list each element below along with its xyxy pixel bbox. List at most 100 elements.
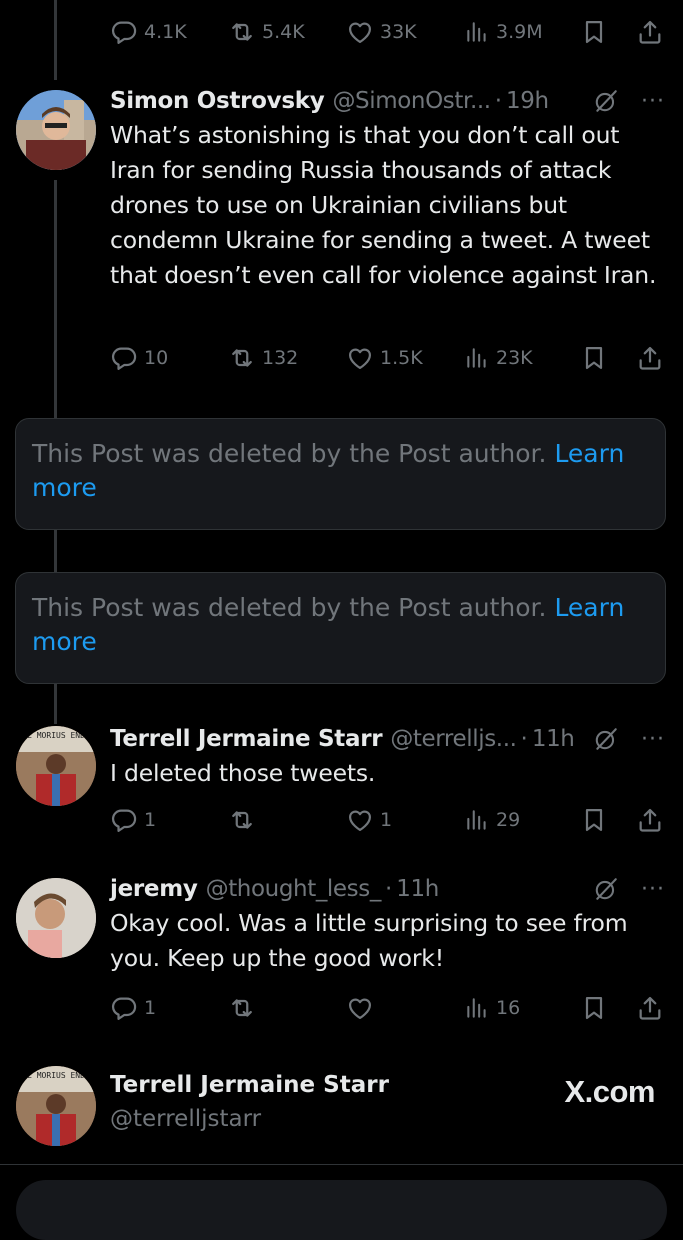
repost-button[interactable]: 5.4K	[228, 12, 305, 52]
divider	[0, 1164, 683, 1165]
separator: ·	[384, 876, 393, 902]
views-button[interactable]: 16	[464, 988, 520, 1028]
views-button[interactable]: 3.9M	[464, 12, 543, 52]
reply-icon	[110, 18, 138, 46]
avatar-image	[16, 90, 96, 170]
like-count: 1	[380, 809, 393, 831]
timestamp[interactable]: 11h	[396, 876, 439, 902]
views-icon	[464, 807, 490, 833]
avatar[interactable]: FREE MORIUS ENDERS	[16, 1066, 96, 1146]
action-bar: 4.1K 5.4K 33K 3.9M	[110, 12, 665, 52]
bookmark-icon	[580, 344, 608, 372]
views-count: 16	[496, 997, 521, 1019]
repost-button[interactable]	[228, 988, 256, 1028]
reply-input[interactable]	[16, 1180, 667, 1240]
display-name[interactable]: Terrell Jermaine Starr	[110, 726, 383, 752]
post-text: I deleted those tweets.	[110, 759, 376, 787]
avatar-sign: FREE MORIUS ENDERS	[16, 1071, 96, 1080]
reply-icon	[110, 344, 138, 372]
bookmark-icon	[580, 994, 608, 1022]
share-button[interactable]	[636, 800, 664, 840]
like-button[interactable]: 33K	[346, 12, 417, 52]
repost-button[interactable]	[228, 800, 256, 840]
reply-count: 4.1K	[144, 21, 187, 43]
share-button[interactable]	[636, 12, 664, 52]
views-count: 29	[496, 809, 521, 831]
separator: ·	[520, 726, 528, 752]
post-text: Okay cool. Was a little surprising to se…	[110, 909, 628, 972]
grok-icon[interactable]	[593, 88, 619, 114]
deleted-post-notice: This Post was deleted by the Post author…	[15, 572, 666, 684]
like-button[interactable]: 1.5K	[346, 338, 423, 378]
user-handle[interactable]: @thought_less_	[206, 876, 382, 902]
reply-button[interactable]: 1	[110, 988, 156, 1028]
avatar-image	[16, 878, 96, 958]
reply-count: 1	[144, 809, 157, 831]
like-button[interactable]: 1	[346, 800, 392, 840]
bookmark-button[interactable]	[580, 988, 608, 1028]
like-icon	[346, 994, 374, 1022]
views-button[interactable]: 23K	[464, 338, 533, 378]
post-header: jeremy @thought_less_ · 11h ···	[110, 872, 665, 906]
thread-line	[54, 0, 57, 80]
bookmark-button[interactable]	[580, 800, 608, 840]
user-handle[interactable]: @terrelljs...	[390, 726, 517, 752]
grok-icon[interactable]	[593, 876, 619, 902]
reply-count: 10	[144, 347, 169, 369]
avatar[interactable]	[16, 90, 96, 170]
thread-line	[54, 684, 57, 724]
repost-icon	[228, 994, 256, 1022]
avatar[interactable]: FREE MORIUS ENDERS	[16, 726, 96, 806]
display-name[interactable]: Simon Ostrovsky	[110, 88, 325, 114]
avatar-sign: FREE MORIUS ENDERS	[16, 731, 96, 740]
more-icon[interactable]: ···	[641, 89, 665, 114]
grok-icon[interactable]	[593, 726, 619, 752]
reply-button[interactable]: 4.1K	[110, 12, 187, 52]
views-count: 3.9M	[496, 21, 543, 43]
post-header: Simon Ostrovsky @SimonOstr... · 19h ···	[110, 84, 665, 118]
post: Simon Ostrovsky @SimonOstr... · 19h ··· …	[110, 84, 665, 293]
like-count: 33K	[380, 21, 417, 43]
like-icon	[346, 18, 374, 46]
post: jeremy @thought_less_ · 11h ··· Okay coo…	[110, 872, 665, 976]
repost-count: 5.4K	[262, 21, 305, 43]
views-icon	[464, 345, 490, 371]
display-name[interactable]: jeremy	[110, 876, 198, 902]
deleted-notice-text: This Post was deleted by the Post author…	[32, 439, 547, 468]
reply-button[interactable]: 10	[110, 338, 168, 378]
share-icon	[636, 806, 664, 834]
bookmark-button[interactable]	[580, 12, 608, 52]
user-handle[interactable]: @terrelljstarr	[110, 1106, 261, 1132]
post-text: What’s astonishing is that you don’t cal…	[110, 121, 657, 289]
avatar-image: FREE MORIUS ENDERS	[16, 1066, 96, 1146]
repost-button[interactable]: 132	[228, 338, 298, 378]
bookmark-icon	[580, 18, 608, 46]
avatar[interactable]	[16, 878, 96, 958]
reply-icon	[110, 806, 138, 834]
repost-icon	[228, 806, 256, 834]
deleted-notice-text: This Post was deleted by the Post author…	[32, 593, 547, 622]
repost-icon	[228, 18, 256, 46]
like-button[interactable]	[346, 988, 374, 1028]
post: Terrell Jermaine Starr @terrelljs... · 1…	[110, 722, 665, 791]
display-name[interactable]: Terrell Jermaine Starr	[110, 1072, 389, 1098]
reply-button[interactable]: 1	[110, 800, 156, 840]
bookmark-button[interactable]	[580, 338, 608, 378]
user-handle[interactable]: @SimonOstr...	[332, 88, 491, 114]
timestamp[interactable]: 11h	[532, 726, 575, 752]
views-button[interactable]: 29	[464, 800, 520, 840]
share-button[interactable]	[636, 338, 664, 378]
more-icon[interactable]: ···	[641, 727, 665, 752]
reply-icon	[110, 994, 138, 1022]
repost-count: 132	[262, 347, 299, 369]
x-watermark: X.com	[564, 1074, 655, 1109]
thread-line	[54, 530, 57, 572]
action-bar: 1 1 29	[110, 800, 665, 840]
post-header: Terrell Jermaine Starr @terrelljs... · 1…	[110, 722, 665, 756]
share-icon	[636, 994, 664, 1022]
timestamp[interactable]: 19h	[506, 88, 549, 114]
share-button[interactable]	[636, 988, 664, 1028]
like-icon	[346, 806, 374, 834]
more-icon[interactable]: ···	[641, 877, 665, 902]
share-icon	[636, 344, 664, 372]
